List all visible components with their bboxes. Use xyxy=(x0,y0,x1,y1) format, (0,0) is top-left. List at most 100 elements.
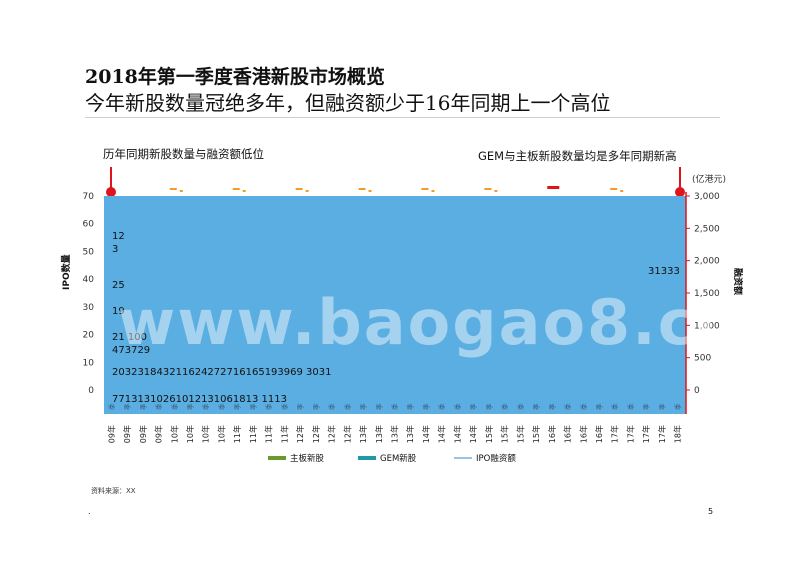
data-label-3: 3 xyxy=(112,244,118,255)
data-label-row-bottom: 77131310261012131061813 1113 xyxy=(112,394,287,405)
x-category-label: 14年 xyxy=(452,425,462,443)
x-category-label: 13年 xyxy=(405,425,415,443)
data-label-25: 25 xyxy=(112,280,125,291)
page-number: 5 xyxy=(708,507,714,516)
x-quarter-label: 季 xyxy=(296,403,305,410)
x-category-label: 16年 xyxy=(594,425,604,443)
legend-swatch-gem xyxy=(358,456,376,460)
data-label-mid: 21 100 xyxy=(112,332,147,343)
x-category-label: 09年 xyxy=(138,425,148,443)
x-quarter-label: 季 xyxy=(657,403,666,410)
x-quarter-label: 季 xyxy=(500,403,509,410)
x-quarter-label: 季 xyxy=(327,403,336,410)
legend-swatch-ipo xyxy=(454,457,472,459)
x-quarter-label: 季 xyxy=(469,403,478,410)
x-category-label: 11年 xyxy=(279,425,289,443)
x-quarter-label: 季 xyxy=(484,403,493,410)
x-category-label: 15年 xyxy=(484,425,494,443)
y-tick-right: 2,000 xyxy=(694,257,720,267)
x-quarter-label: 季 xyxy=(421,403,430,410)
top-mark-small xyxy=(431,190,435,192)
x-quarter-label: 季 xyxy=(406,403,415,410)
ipo-chart: 706050403020100 3,0002,5002,0001,5001,00… xyxy=(83,186,720,443)
x-quarter-label: 季 xyxy=(579,403,588,410)
x-quarter-label: 季 xyxy=(374,403,383,410)
x-category-label: 09年 xyxy=(154,425,164,443)
top-mark-small xyxy=(242,190,246,192)
y-tick-left: 30 xyxy=(83,303,95,313)
legend-ipo: IPO融资额 xyxy=(454,452,516,464)
footer-dot: . xyxy=(88,507,91,516)
y-tick-left: 50 xyxy=(83,247,95,257)
legend-main-board: 主板新股 xyxy=(268,452,324,464)
x-quarter-label: 季 xyxy=(626,403,635,410)
y-tick-right: 1,500 xyxy=(694,289,720,299)
x-quarter-label: 季 xyxy=(516,403,525,410)
y-tick-left: 10 xyxy=(83,358,95,368)
plot-area xyxy=(104,196,686,414)
top-mark-small xyxy=(620,190,624,192)
x-category-label: 14年 xyxy=(437,425,447,443)
legend-swatch-main-board xyxy=(268,456,286,460)
top-mark-small xyxy=(494,190,498,192)
x-category-label: 12年 xyxy=(295,425,305,443)
x-category-label: 10年 xyxy=(169,425,179,443)
x-category-label: 16年 xyxy=(578,425,588,443)
legend-label-ipo: IPO融资额 xyxy=(476,454,516,464)
top-mark-small xyxy=(305,190,309,192)
x-quarter-label: 季 xyxy=(532,403,541,410)
y-tick-right: 500 xyxy=(694,354,711,364)
legend-label-gem: GEM新股 xyxy=(380,454,417,464)
x-quarter-label: 季 xyxy=(610,403,619,410)
top-mark xyxy=(484,188,492,190)
y-tick-right: 3,000 xyxy=(694,192,720,202)
top-mark xyxy=(358,188,366,190)
top-mark xyxy=(421,188,429,190)
x-quarter-label: 季 xyxy=(437,403,446,410)
top-mark xyxy=(610,188,618,190)
x-category-label: 16年 xyxy=(563,425,573,443)
top-mark xyxy=(295,188,303,190)
x-category-label: 09年 xyxy=(122,425,132,443)
data-label-12: 12 xyxy=(112,231,125,242)
y-tick-left: 60 xyxy=(83,220,95,230)
top-mark-small xyxy=(179,190,183,192)
x-category-label: 16年 xyxy=(547,425,557,443)
x-category-label: 13年 xyxy=(358,425,368,443)
legend-label-main-board: 主板新股 xyxy=(290,454,325,464)
x-category-label: 10年 xyxy=(216,425,226,443)
top-mark xyxy=(547,186,560,189)
x-category-label: 17年 xyxy=(625,425,635,443)
x-category-label: 09年 xyxy=(106,425,116,443)
x-category-label: 10年 xyxy=(185,425,195,443)
x-category-label: 17年 xyxy=(657,425,667,443)
x-quarter-label: 季 xyxy=(547,403,556,410)
x-category-label: 12年 xyxy=(311,425,321,443)
x-quarter-label: 季 xyxy=(594,403,603,410)
x-category-label: 15年 xyxy=(531,425,541,443)
x-quarter-label: 季 xyxy=(673,403,682,410)
data-label-row-long: 203231843211624272716165193969 3031 xyxy=(112,367,332,378)
x-quarter-label: 季 xyxy=(343,403,352,410)
x-category-label: 17年 xyxy=(641,425,651,443)
top-mark xyxy=(169,188,177,190)
x-category-label: 13年 xyxy=(390,425,400,443)
top-mark-small xyxy=(368,190,372,192)
y-tick-right: 1,000 xyxy=(694,321,720,331)
source-note: 资料来源：XX xyxy=(91,487,136,495)
x-quarter-label: 季 xyxy=(642,403,651,410)
y-tick-right: 0 xyxy=(694,386,700,396)
x-category-label: 13年 xyxy=(374,425,384,443)
x-category-label: 11年 xyxy=(248,425,258,443)
x-category-label: 15年 xyxy=(515,425,525,443)
x-category-label: 14年 xyxy=(468,425,478,443)
x-quarter-label: 季 xyxy=(453,403,462,410)
legend-gem: GEM新股 xyxy=(358,452,416,464)
x-category-label: 18年 xyxy=(673,425,683,443)
x-category-label: 15年 xyxy=(500,425,510,443)
top-mark xyxy=(232,188,240,190)
x-category-label: 14年 xyxy=(421,425,431,443)
y-tick-left: 20 xyxy=(83,331,95,341)
x-quarter-label: 季 xyxy=(390,403,399,410)
data-label-473729: 473729 xyxy=(112,345,150,356)
